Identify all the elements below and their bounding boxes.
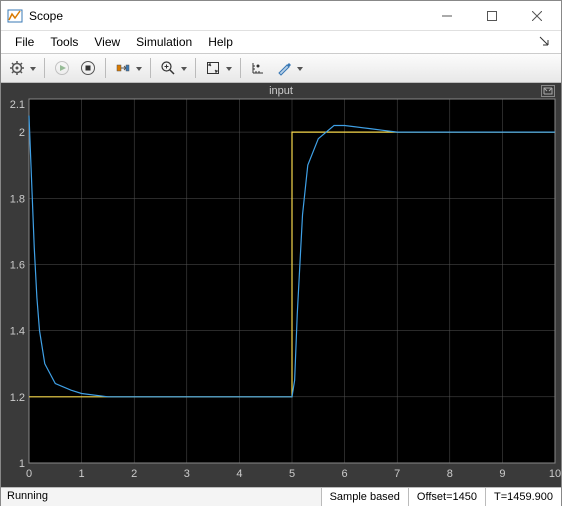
zoom-button[interactable] <box>156 56 190 80</box>
stop-button[interactable] <box>76 56 100 80</box>
titlebar: Scope <box>1 1 561 31</box>
svg-text:4: 4 <box>236 468 242 480</box>
plot-maximize-icon[interactable] <box>541 85 555 97</box>
svg-text:1: 1 <box>79 468 85 480</box>
run-button[interactable] <box>50 56 74 80</box>
gear-icon <box>9 60 25 76</box>
toolbar <box>1 53 561 83</box>
stop-icon <box>80 60 96 76</box>
menu-dock-icon[interactable] <box>533 33 555 51</box>
svg-text:1.8: 1.8 <box>10 193 25 205</box>
settings-button[interactable] <box>5 56 39 80</box>
cursor-measure-button[interactable] <box>246 56 270 80</box>
svg-text:2: 2 <box>19 127 25 139</box>
status-offset: Offset=1450 <box>408 488 485 506</box>
plot-container: input 01234567891011.21.41.61.822.1 <box>1 83 561 487</box>
menu-view[interactable]: View <box>86 33 128 51</box>
step-forward-icon <box>115 60 131 76</box>
svg-text:7: 7 <box>394 468 400 480</box>
menu-simulation[interactable]: Simulation <box>128 33 200 51</box>
status-state: Running <box>1 488 321 506</box>
menu-file[interactable]: File <box>7 33 42 51</box>
svg-text:10: 10 <box>549 468 561 480</box>
svg-text:1.2: 1.2 <box>10 392 25 404</box>
window-title: Scope <box>29 9 424 23</box>
menu-help[interactable]: Help <box>200 33 241 51</box>
play-icon <box>54 60 70 76</box>
marker-icon <box>276 60 292 76</box>
statusbar: Running Sample based Offset=1450 T=1459.… <box>1 487 561 506</box>
close-button[interactable] <box>514 2 559 30</box>
menubar: File Tools View Simulation Help <box>1 31 561 53</box>
plot-title: input <box>1 83 561 97</box>
app-icon <box>7 8 23 24</box>
maximize-button[interactable] <box>469 2 514 30</box>
svg-text:8: 8 <box>447 468 453 480</box>
svg-text:2: 2 <box>131 468 137 480</box>
status-time: T=1459.900 <box>485 488 561 506</box>
svg-text:1.4: 1.4 <box>10 326 25 338</box>
svg-text:2.1: 2.1 <box>10 99 25 111</box>
svg-text:6: 6 <box>342 468 348 480</box>
svg-text:3: 3 <box>184 468 190 480</box>
zoom-in-icon <box>160 60 176 76</box>
minimize-button[interactable] <box>424 2 469 30</box>
svg-text:5: 5 <box>289 468 295 480</box>
svg-text:0: 0 <box>26 468 32 480</box>
svg-text:1: 1 <box>19 458 25 470</box>
svg-text:1.6: 1.6 <box>10 259 25 271</box>
autoscale-button[interactable] <box>201 56 235 80</box>
menu-tools[interactable]: Tools <box>42 33 86 51</box>
plot-axes[interactable]: 01234567891011.21.41.61.822.1 <box>1 97 561 487</box>
autoscale-icon <box>205 60 221 76</box>
svg-text:9: 9 <box>499 468 505 480</box>
highlight-button[interactable] <box>272 56 306 80</box>
step-button[interactable] <box>111 56 145 80</box>
window-controls <box>424 2 559 30</box>
status-sample-mode: Sample based <box>321 488 408 506</box>
ruler-icon <box>250 60 266 76</box>
